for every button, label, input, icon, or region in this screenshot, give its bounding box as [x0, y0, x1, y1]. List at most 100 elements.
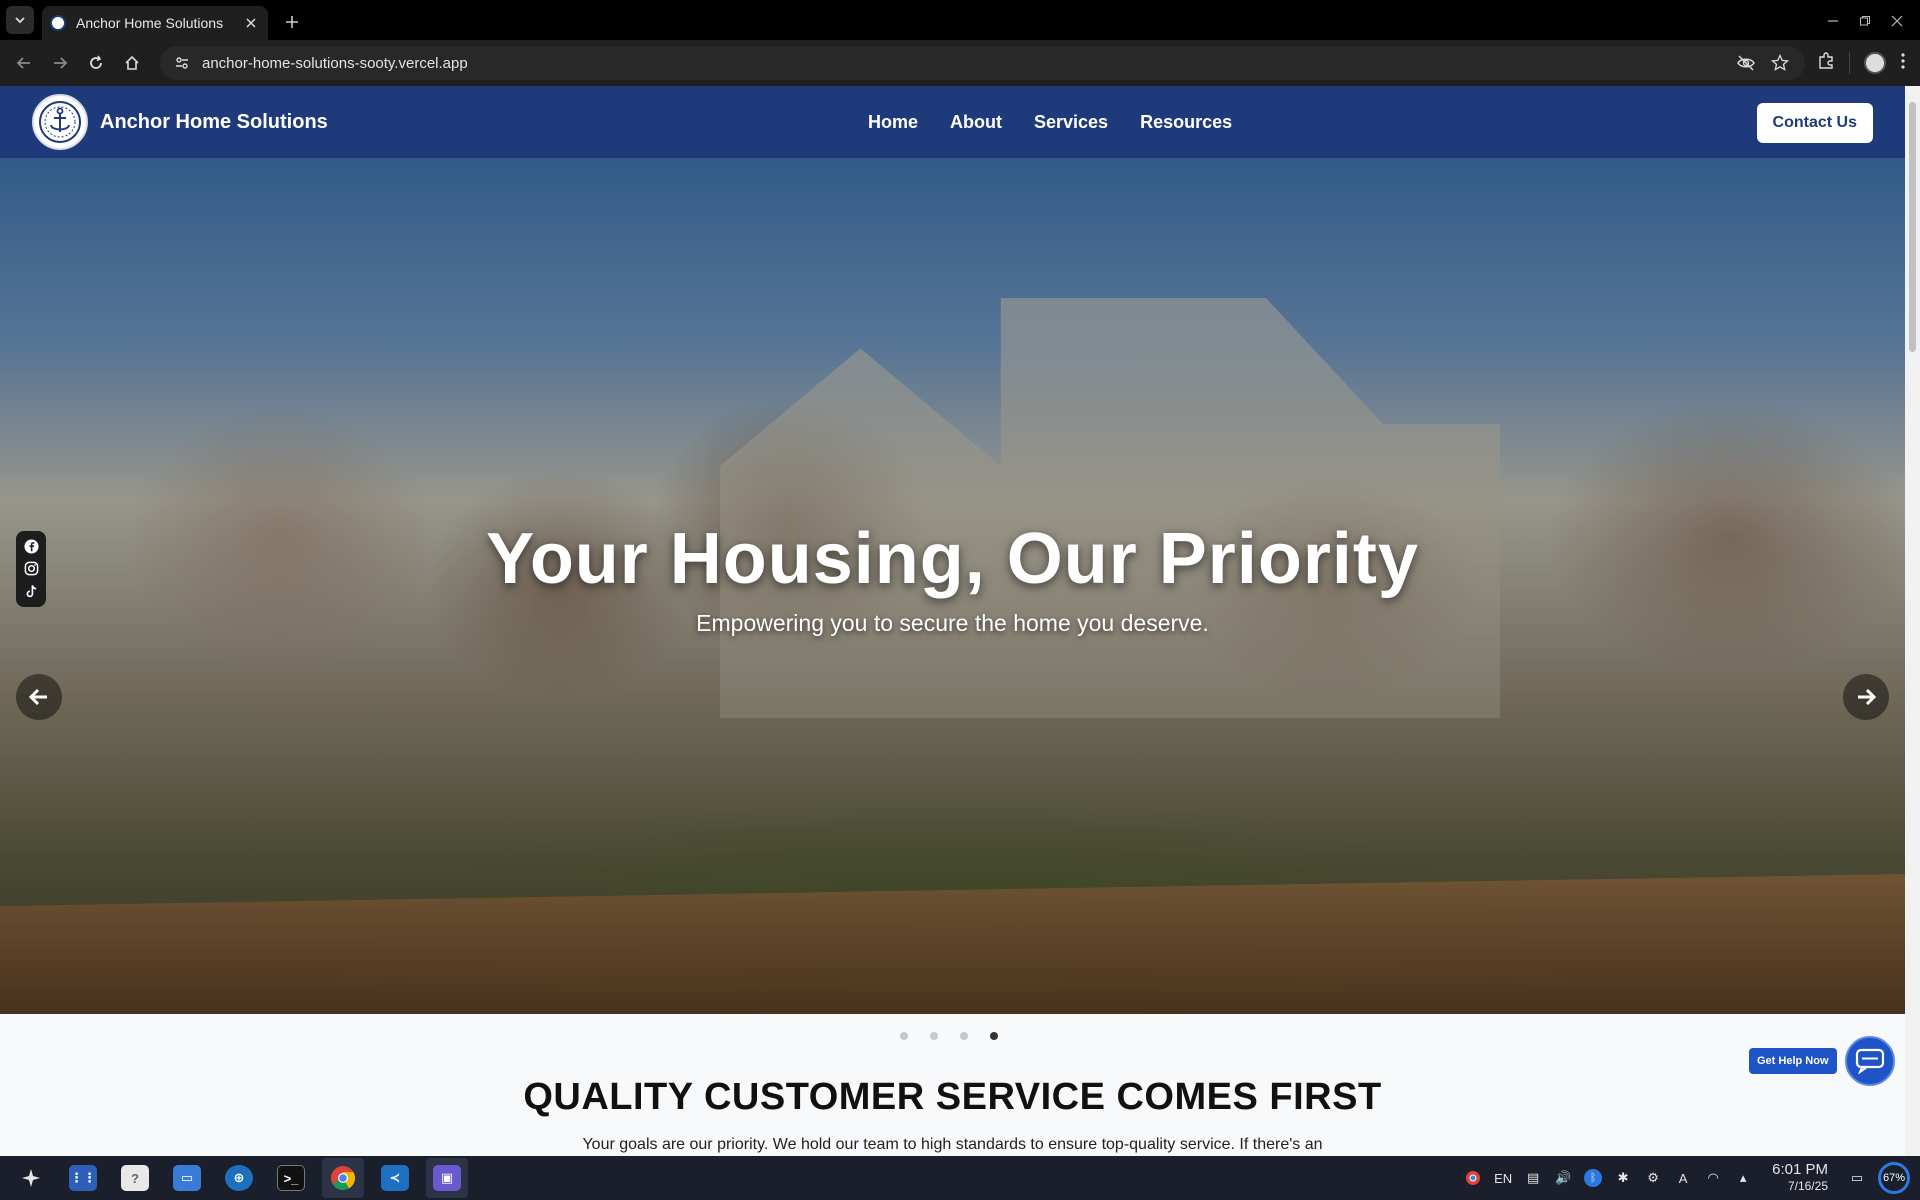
- wifi-icon[interactable]: ◠: [1704, 1169, 1722, 1187]
- carousel-dot-3[interactable]: [960, 1032, 968, 1040]
- close-window-button[interactable]: [1890, 14, 1904, 28]
- address-bar[interactable]: anchor-home-solutions-sooty.vercel.app: [160, 46, 1805, 80]
- help-document-icon: ?: [121, 1165, 149, 1191]
- clock-time: 6:01 PM: [1772, 1161, 1828, 1178]
- tab-search-button[interactable]: [6, 6, 34, 34]
- plus-icon: [286, 16, 298, 28]
- browser-toolbar: anchor-home-solutions-sooty.vercel.app: [0, 40, 1920, 86]
- carousel-dot-4[interactable]: [990, 1032, 998, 1040]
- home-icon: [125, 55, 139, 70]
- nav-services[interactable]: Services: [1034, 112, 1108, 133]
- launcher-icon: [22, 1169, 40, 1187]
- nav-about[interactable]: About: [950, 112, 1002, 133]
- taskbar-vscode-app[interactable]: ≺: [374, 1158, 416, 1198]
- nav-home[interactable]: Home: [868, 112, 918, 133]
- restore-icon: [1860, 16, 1870, 26]
- browser-menu-button[interactable]: [1900, 52, 1906, 75]
- get-help-label[interactable]: Get Help Now: [1749, 1048, 1837, 1074]
- screenshot-tool-icon: ▣: [433, 1165, 461, 1191]
- notifications-icon[interactable]: ▭: [1848, 1169, 1866, 1187]
- forward-button[interactable]: [44, 47, 76, 79]
- hero-subtitle: Empowering you to secure the home you de…: [696, 610, 1209, 636]
- battery-indicator[interactable]: 67%: [1878, 1162, 1910, 1194]
- hero-carousel: Your Housing, Our Priority Empowering yo…: [0, 158, 1905, 1014]
- bluetooth-icon[interactable]: ✱: [1614, 1169, 1632, 1187]
- section-text: Your goals are our priority. We hold our…: [582, 1136, 1323, 1153]
- site-info-icon[interactable]: [174, 55, 190, 71]
- facebook-icon: [23, 539, 39, 554]
- clipboard-icon[interactable]: ▤: [1524, 1169, 1542, 1187]
- app-launcher-button[interactable]: [10, 1158, 52, 1198]
- help-widget: Get Help Now: [1749, 1036, 1895, 1086]
- taskbar-help-app[interactable]: ?: [114, 1158, 156, 1198]
- instagram-icon: [24, 562, 38, 576]
- social-sidebar: [16, 531, 46, 607]
- anchor-icon: [39, 101, 81, 143]
- taskbar-chrome-app[interactable]: [322, 1158, 364, 1198]
- settings-gear-icon[interactable]: ⚙: [1644, 1169, 1662, 1187]
- chat-button[interactable]: [1844, 1036, 1895, 1086]
- clock[interactable]: 6:01 PM 7/16/25: [1772, 1162, 1828, 1194]
- tray-expand-icon[interactable]: ▴: [1734, 1169, 1752, 1187]
- profile-avatar[interactable]: [1864, 52, 1886, 74]
- bookmark-button[interactable]: [1769, 52, 1791, 74]
- url-text[interactable]: anchor-home-solutions-sooty.vercel.app: [202, 55, 1723, 72]
- contact-us-button[interactable]: Contact Us: [1756, 103, 1873, 143]
- new-tab-button[interactable]: [278, 8, 306, 36]
- carousel-dot-1[interactable]: [900, 1032, 908, 1040]
- tracking-protection-button[interactable]: [1735, 52, 1757, 74]
- arrow-right-icon: [54, 57, 68, 69]
- chevron-down-icon: [15, 17, 25, 24]
- page-scrollbar[interactable]: [1905, 86, 1920, 1156]
- taskbar-files-app[interactable]: ▭: [166, 1158, 208, 1198]
- keyboard-language[interactable]: EN: [1494, 1171, 1512, 1186]
- extensions-button[interactable]: [1817, 51, 1835, 75]
- volume-icon[interactable]: 🔊: [1554, 1169, 1572, 1187]
- vscode-icon: ≺: [381, 1165, 409, 1191]
- nav-resources[interactable]: Resources: [1140, 112, 1232, 133]
- reload-button[interactable]: [80, 47, 112, 79]
- terminal-icon: >_: [277, 1165, 305, 1191]
- hero-title: Your Housing, Our Priority: [486, 519, 1419, 599]
- bluetooth-app-icon[interactable]: ᛒ: [1584, 1169, 1603, 1187]
- close-tab-button[interactable]: [242, 14, 260, 32]
- site-logo[interactable]: [32, 94, 88, 150]
- taskbar-settings-app[interactable]: ⋮⋮: [62, 1158, 104, 1198]
- close-icon: [1891, 15, 1903, 27]
- tab-title: Anchor Home Solutions: [76, 15, 224, 31]
- minimize-icon: [1828, 20, 1838, 22]
- tray-chrome-icon[interactable]: [1464, 1169, 1482, 1187]
- os-taskbar: ⋮⋮ ? ▭ ⊕ >_ ≺ ▣ EN ▤ 🔊 ᛒ ✱ ⚙ A ◠ ▴ 6:01 …: [0, 1156, 1920, 1200]
- puzzle-icon: [1819, 51, 1833, 69]
- restore-button[interactable]: [1858, 14, 1872, 28]
- window-controls: [1826, 14, 1920, 40]
- star-icon: [1771, 54, 1789, 71]
- minimize-button[interactable]: [1826, 14, 1840, 28]
- tiktok-link[interactable]: [23, 584, 39, 600]
- arrow-left-icon: [28, 688, 47, 706]
- facebook-link[interactable]: [23, 538, 39, 554]
- instagram-link[interactable]: [23, 561, 39, 577]
- carousel-prev-button[interactable]: [16, 674, 62, 720]
- carousel-dot-2[interactable]: [930, 1032, 938, 1040]
- home-button[interactable]: [116, 47, 148, 79]
- site-header: Anchor Home Solutions Home About Service…: [0, 86, 1905, 158]
- clock-date: 7/16/25: [1787, 1179, 1828, 1193]
- site-favicon-icon: [50, 15, 66, 31]
- tiktok-icon: [26, 585, 36, 598]
- arrow-right-icon: [1858, 688, 1877, 706]
- brand-name[interactable]: Anchor Home Solutions: [100, 111, 328, 134]
- eye-off-icon: [1737, 55, 1755, 71]
- taskbar-terminal-app[interactable]: >_: [270, 1158, 312, 1198]
- system-tray: EN ▤ 🔊 ᛒ ✱ ⚙ A ◠ ▴ 6:01 PM 7/16/25 ▭ 67%: [1464, 1162, 1910, 1194]
- taskbar-screenshot-app[interactable]: ▣: [426, 1158, 468, 1198]
- font-a-icon[interactable]: A: [1674, 1169, 1692, 1187]
- main-nav: Home About Services Resources: [868, 86, 1232, 158]
- carousel-next-button[interactable]: [1843, 674, 1889, 720]
- section-title: QUALITY CUSTOMER SERVICE COMES FIRST: [523, 1076, 1382, 1118]
- back-button[interactable]: [8, 47, 40, 79]
- taskbar-web-app[interactable]: ⊕: [218, 1158, 260, 1198]
- browser-tab[interactable]: Anchor Home Solutions: [42, 6, 268, 40]
- scrollbar-thumb[interactable]: [1909, 102, 1916, 352]
- reload-icon: [90, 55, 102, 69]
